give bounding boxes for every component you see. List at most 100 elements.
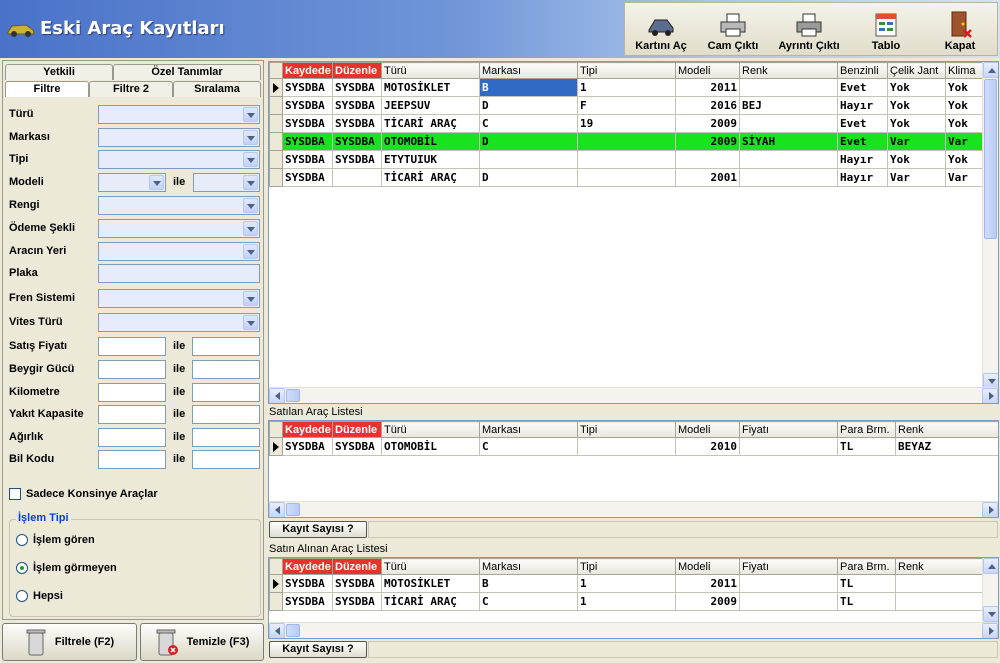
column-header[interactable]: Türü	[381, 421, 480, 438]
table-cell[interactable]: B	[479, 574, 578, 593]
scroll-right-icon[interactable]	[982, 623, 998, 638]
yakit-from-input[interactable]	[98, 405, 166, 424]
horizontal-scrollbar[interactable]	[269, 501, 998, 517]
km-to-input[interactable]	[192, 383, 260, 402]
table-cell[interactable]: SYSDBA	[282, 150, 333, 169]
scroll-thumb[interactable]	[286, 624, 300, 637]
table-row[interactable]: SYSDBA SYSDBA MOTOSİKLET B 1 2011 TL	[269, 574, 983, 593]
column-header[interactable]: Kaydede	[282, 558, 333, 575]
table-cell[interactable]	[577, 150, 676, 169]
table-cell[interactable]: Hayır	[837, 150, 888, 169]
table-cell[interactable]: SİYAH	[739, 132, 838, 151]
vertical-scrollbar[interactable]	[982, 558, 998, 622]
table-row[interactable]: SYSDBA SYSDBA MOTOSİKLET B 1 2011 Evet Yok Yok	[269, 78, 986, 97]
fiyat-from-input[interactable]	[98, 337, 166, 356]
table-cell[interactable]: Var	[887, 168, 946, 187]
tab-filtre-2[interactable]: Filtre 2	[89, 81, 173, 97]
table-cell[interactable]: 2009	[675, 592, 740, 611]
table-cell[interactable]: 2009	[675, 132, 740, 151]
chevron-down-icon[interactable]	[243, 107, 258, 122]
column-header[interactable]: Modeli	[675, 558, 740, 575]
table-cell[interactable]: SYSDBA	[282, 132, 333, 151]
table-cell[interactable]: TİCARİ ARAÇ	[381, 168, 480, 187]
table-cell[interactable]: 19	[577, 114, 676, 133]
plaka-input[interactable]	[98, 264, 260, 283]
table-cell[interactable]: JEEPSUV	[381, 96, 480, 115]
chevron-down-icon[interactable]	[243, 130, 258, 145]
table-cell[interactable]	[577, 132, 676, 151]
konsinye-checkbox[interactable]	[9, 488, 21, 500]
column-header[interactable]: Fiyatı	[739, 421, 838, 438]
scroll-thumb[interactable]	[286, 389, 300, 402]
table-cell[interactable]	[739, 78, 838, 97]
radio-button[interactable]	[16, 534, 28, 546]
scroll-left-icon[interactable]	[269, 623, 285, 638]
table-cell[interactable]: TL	[837, 574, 896, 593]
table-cell[interactable]	[739, 574, 838, 593]
column-header[interactable]: Kaydede	[282, 421, 333, 438]
table-cell[interactable]: OTOMOBİL	[381, 437, 480, 456]
sold-count-button[interactable]: Kayıt Sayısı ?	[269, 521, 367, 538]
table-cell[interactable]	[577, 168, 676, 187]
table-cell[interactable]: 2011	[675, 78, 740, 97]
table-cell[interactable]: SYSDBA	[332, 437, 382, 456]
print-button[interactable]: Cam Çıktı	[697, 3, 769, 55]
column-header[interactable]: Çelik Jant	[887, 62, 946, 79]
scroll-thumb[interactable]	[286, 503, 300, 516]
table-cell[interactable]: TL	[837, 437, 896, 456]
column-header[interactable]: Düzenle	[332, 421, 382, 438]
column-header[interactable]: Renk	[895, 421, 998, 438]
column-header[interactable]: Modeli	[675, 421, 740, 438]
column-header[interactable]: Para Brm.	[837, 558, 896, 575]
table-cell[interactable]: 2009	[675, 114, 740, 133]
chevron-down-icon[interactable]	[243, 152, 258, 167]
beygir-from-input[interactable]	[98, 360, 166, 379]
bil-to-input[interactable]	[192, 450, 260, 469]
table-cell[interactable]: 1	[577, 78, 676, 97]
column-header[interactable]: Tipi	[577, 62, 676, 79]
scroll-right-icon[interactable]	[982, 502, 998, 517]
column-header[interactable]: Klima	[945, 62, 986, 79]
filter-button[interactable]: Filtrele (F2)	[2, 623, 137, 661]
table-cell[interactable]: Hayır	[837, 168, 888, 187]
chevron-down-icon[interactable]	[243, 291, 258, 306]
column-header[interactable]: Modeli	[675, 62, 740, 79]
table-row[interactable]: SYSDBA SYSDBA TİCARİ ARAÇ C 1 2009 TL	[269, 592, 983, 611]
column-header[interactable]: Düzenle	[332, 558, 382, 575]
table-cell[interactable]: SYSDBA	[332, 574, 382, 593]
row-indicator[interactable]	[269, 150, 283, 169]
km-from-input[interactable]	[98, 383, 166, 402]
scroll-thumb[interactable]	[984, 79, 997, 239]
row-indicator[interactable]	[269, 592, 283, 611]
scroll-down-icon[interactable]	[983, 606, 998, 622]
table-cell[interactable]: Var	[887, 132, 946, 151]
table-cell[interactable]: Yok	[945, 114, 986, 133]
horizontal-scrollbar[interactable]	[269, 622, 998, 638]
bil-from-input[interactable]	[98, 450, 166, 469]
table-cell[interactable]: C	[479, 114, 578, 133]
table-cell[interactable]: D	[479, 96, 578, 115]
table-cell[interactable]: F	[577, 96, 676, 115]
table-cell[interactable]: Var	[945, 132, 986, 151]
table-cell[interactable]: SYSDBA	[332, 96, 382, 115]
table-cell[interactable]: Yok	[945, 96, 986, 115]
table-row[interactable]: SYSDBA SYSDBA OTOMOBİL D 2009 SİYAH Evet Var Var	[269, 132, 986, 151]
column-header[interactable]: Kaydede	[282, 62, 333, 79]
table-cell[interactable]: 2010	[675, 437, 740, 456]
radio-hepsi[interactable]: Hepsi	[16, 590, 63, 602]
table-cell[interactable]: D	[479, 132, 578, 151]
radio-button[interactable]	[16, 562, 28, 574]
scroll-up-icon[interactable]	[983, 62, 998, 78]
radio-islem-goren[interactable]: İşlem gören	[16, 534, 95, 546]
column-header[interactable]: Fiyatı	[739, 558, 838, 575]
table-cell[interactable]	[739, 592, 838, 611]
fren-combo[interactable]	[98, 289, 260, 308]
row-indicator[interactable]	[269, 132, 283, 151]
table-cell[interactable]: MOTOSİKLET	[381, 574, 480, 593]
row-indicator[interactable]	[269, 96, 283, 115]
scroll-right-icon[interactable]	[982, 388, 998, 403]
column-header[interactable]: Markası	[479, 62, 578, 79]
yeri-combo[interactable]	[98, 242, 260, 261]
table-cell[interactable]: SYSDBA	[282, 78, 333, 97]
konsinye-checkbox-row[interactable]: Sadece Konsinye Araçlar	[9, 488, 158, 500]
